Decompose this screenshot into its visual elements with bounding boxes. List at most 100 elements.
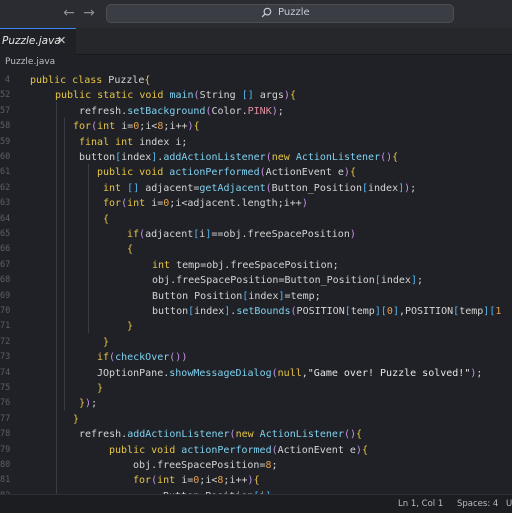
tab-label: Puzzle.java <box>2 35 61 47</box>
code-line[interactable]: 64 { <box>0 212 512 227</box>
line-number: 64 <box>0 213 11 224</box>
code-line[interactable]: 77} <box>0 412 512 427</box>
code-line[interactable]: 63 for(int i=0;i<adjacent.length;i++) <box>0 196 512 211</box>
line-number: 72 <box>0 336 11 347</box>
code-text: for(int i=0;i<8;i++){ <box>133 475 260 487</box>
line-number: 57 <box>0 105 11 116</box>
line-number: 66 <box>0 244 11 255</box>
code-text: if(checkOver()) <box>97 352 188 364</box>
line-number: 65 <box>0 229 11 239</box>
code-line[interactable]: 78 refresh.addActionListener(new ActionLi… <box>0 427 512 442</box>
code-line[interactable]: 52 public static void main(String [] args… <box>0 88 512 103</box>
code-text: refresh.addActionListener(new ActionList… <box>79 429 363 441</box>
code-line[interactable]: 60 button[index].addActionListener(new Ac… <box>0 150 512 165</box>
cursor-position[interactable]: Ln 1, Col 1 <box>398 499 443 509</box>
code-line[interactable]: 4 public class Puzzle{ <box>0 73 512 88</box>
code-line[interactable]: 72} <box>0 335 512 350</box>
code-line[interactable]: 65 if(adjacent[i]==obj.freeSpacePosition) <box>0 227 512 242</box>
code-text: } <box>97 383 104 394</box>
line-number: 78 <box>0 429 11 440</box>
line-number: 77 <box>0 413 11 424</box>
code-text: obj.freeSpacePosition=Button_Position[in… <box>152 275 423 287</box>
code-text: } <box>103 336 110 348</box>
code-line[interactable]: 71} <box>0 319 512 334</box>
code-line[interactable]: 76}); <box>0 396 512 411</box>
code-text: Button Position[index]=temp; <box>152 290 321 302</box>
code-line[interactable]: 68 obj.freeSpacePosition=Button_Position[… <box>0 273 512 288</box>
code-text: obj.freeSpacePosition=8; <box>133 460 278 471</box>
code-line[interactable]: 75} <box>0 381 512 396</box>
forward-arrow-icon[interactable]: → <box>81 5 97 21</box>
line-number: 73 <box>0 352 11 363</box>
line-number: 69 <box>0 290 11 301</box>
code-line[interactable]: 70 button[index].setBounds(POSITION[temp]… <box>0 304 512 319</box>
indentation-setting[interactable]: Spaces: 4 <box>457 499 498 509</box>
breadcrumb[interactable]: Puzzle.java <box>5 57 55 67</box>
line-number: 63 <box>0 198 11 209</box>
code-text: }); <box>79 398 98 410</box>
code-text: public static void main(String [] args){ <box>55 90 296 102</box>
line-number: 60 <box>0 152 11 162</box>
line-number: 81 <box>0 475 11 486</box>
line-number: 70 <box>0 306 11 316</box>
code-line[interactable]: 58 for(int i=0;i<8;i++){ <box>0 119 512 134</box>
code-line[interactable]: 81 for(int i=0;i<8;i++){ <box>0 473 512 488</box>
code-text: button[index].setBounds(POSITION[temp][0… <box>152 306 502 317</box>
code-text: refresh.setBackground(Color.PINK); <box>79 105 284 117</box>
code-text: int [] adjacent=getAdjacent(Button_Posit… <box>103 182 417 194</box>
code-line[interactable]: 59 final int index i; <box>0 135 512 150</box>
status-bar: Ln 1, Col 1 Spaces: 4 U <box>0 494 512 513</box>
code-text: public void actionPerformed(ActionEvent … <box>109 444 368 456</box>
code-text: if(adjacent[i]==obj.freeSpacePosition) <box>127 229 356 240</box>
tab-bar: Puzzle.java ✕ <box>0 28 512 55</box>
code-text: for(int i=0;i<adjacent.length;i++) <box>103 198 308 210</box>
indent-guide <box>88 164 89 334</box>
code-text: { <box>103 213 110 225</box>
line-number: 52 <box>0 90 11 101</box>
line-number: 67 <box>0 259 11 270</box>
code-text: JOptionPane.showMessageDialog(null,"Game… <box>97 367 483 379</box>
line-number: 74 <box>0 367 11 378</box>
search-label: Puzzle <box>278 7 310 18</box>
code-text: public void actionPerformed(ActionEvent … <box>97 167 356 179</box>
code-text: button[index].addActionListener(new Acti… <box>79 152 399 163</box>
line-number: 4 <box>4 75 10 85</box>
line-number: 76 <box>0 398 11 409</box>
code-text: } <box>127 321 134 333</box>
line-number: 79 <box>0 444 11 455</box>
code-editor[interactable]: 4 public class Puzzle{ 52 public static voi… <box>0 70 512 494</box>
encoding-setting[interactable]: U <box>506 499 512 509</box>
code-line[interactable]: 69 Button Position[index]=temp; <box>0 289 512 304</box>
code-line[interactable]: 62 int [] adjacent=getAdjacent(Button_Pos… <box>0 181 512 196</box>
code-text: for(int i=0;i<8;i++){ <box>73 121 200 133</box>
indent-guide <box>64 117 65 411</box>
code-line[interactable]: 57 refresh.setBackground(Color.PINK); <box>0 104 512 119</box>
code-line[interactable]: 61 public void actionPerformed(ActionEven… <box>0 165 512 180</box>
code-line[interactable]: 80 obj.freeSpacePosition=8; <box>0 458 512 473</box>
code-text: { <box>127 244 134 256</box>
code-text: } <box>73 413 80 425</box>
code-text: int temp=obj.freeSpacePosition; <box>152 259 339 271</box>
line-number: 62 <box>0 182 11 193</box>
tab-puzzle-java[interactable]: Puzzle.java ✕ <box>0 28 76 55</box>
title-bar: ← → Puzzle <box>0 0 512 29</box>
code-line[interactable]: 74 JOptionPane.showMessageDialog(null,"Ga… <box>0 366 512 381</box>
line-number: 59 <box>0 136 11 147</box>
back-arrow-icon[interactable]: ← <box>61 5 77 21</box>
code-text: final int index i; <box>79 136 188 148</box>
command-center-search[interactable]: Puzzle <box>106 4 454 23</box>
line-number: 61 <box>0 167 11 178</box>
indent-guide <box>56 102 57 494</box>
line-number: 80 <box>0 460 11 470</box>
code-line[interactable]: 66 { <box>0 242 512 257</box>
line-number: 68 <box>0 275 11 286</box>
code-line[interactable]: 79 public void actionPerformed(ActionEven… <box>0 443 512 458</box>
search-icon <box>261 7 272 18</box>
close-icon[interactable]: ✕ <box>57 34 66 47</box>
code-text: public class Puzzle{ <box>30 75 151 86</box>
code-line[interactable]: 67 int temp=obj.freeSpacePosition; <box>0 258 512 273</box>
line-number: 58 <box>0 121 11 132</box>
line-number: 71 <box>0 321 11 332</box>
code-line[interactable]: 73 if(checkOver()) <box>0 350 512 365</box>
line-number: 75 <box>0 383 11 393</box>
